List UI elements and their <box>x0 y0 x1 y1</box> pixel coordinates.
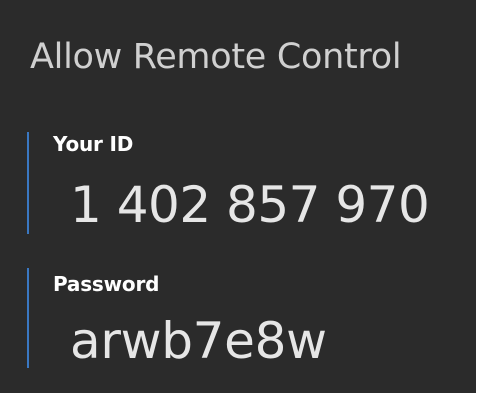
password-accent-bar <box>27 268 29 368</box>
your-id-accent-bar <box>27 132 29 234</box>
password-label: Password <box>53 272 160 296</box>
panel-title: Allow Remote Control <box>30 37 402 77</box>
password-value[interactable]: arwb7e8w <box>70 316 327 366</box>
remote-control-panel: Allow Remote Control Your ID 1 402 857 9… <box>0 0 476 393</box>
your-id-label: Your ID <box>53 132 134 156</box>
your-id-value[interactable]: 1 402 857 970 <box>70 180 430 230</box>
